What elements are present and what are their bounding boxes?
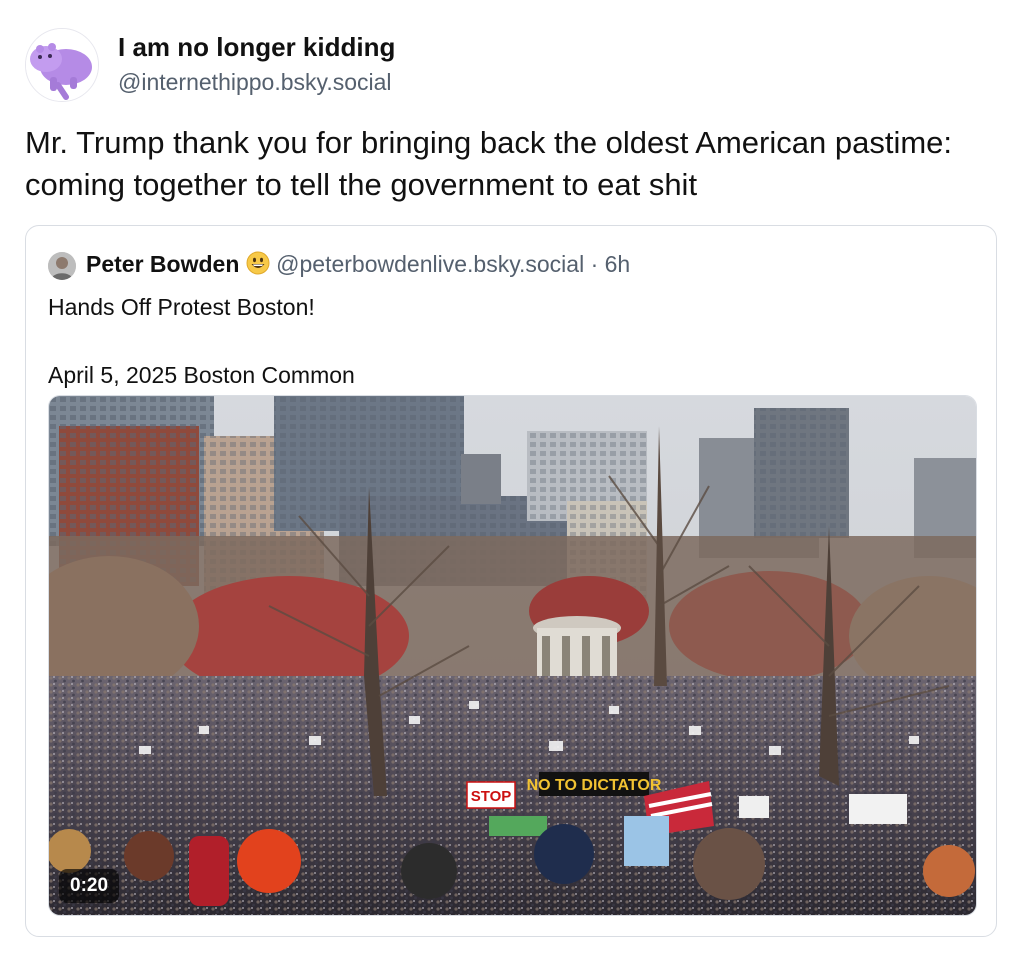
grinning-face-emoji-icon <box>246 251 270 281</box>
post-text: Mr. Trump thank you for bringing back th… <box>25 125 953 202</box>
quoted-post[interactable]: Peter Bowden @peterbowdenlive.bsky.socia… <box>25 225 997 937</box>
quoted-author-handle[interactable]: @peterbowdenlive.bsky.social <box>276 251 584 277</box>
post-timestamp[interactable]: 6h <box>605 251 631 277</box>
person-avatar-icon <box>48 252 76 280</box>
banner-sign-text: NO TO DICTATOR <box>527 777 662 794</box>
quoted-text-line-2: April 5, 2025 Boston Common <box>48 362 355 388</box>
author-display-name[interactable]: I am no longer kidding <box>118 32 395 63</box>
video-thumbnail: NO TO DICTATOR STOP <box>49 396 976 915</box>
video-player[interactable]: NO TO DICTATOR STOP 0:20 <box>48 395 977 916</box>
header-separator: · <box>584 251 605 277</box>
post-card[interactable]: I am no longer kidding @internethippo.bs… <box>0 0 1024 968</box>
quoted-post-text: Hands Off Protest Boston! April 5, 2025 … <box>48 290 355 392</box>
quoted-text-line-1: Hands Off Protest Boston! <box>48 294 315 320</box>
quoted-author-avatar[interactable] <box>48 252 76 280</box>
author-avatar[interactable] <box>25 28 99 102</box>
video-duration: 0:20 <box>59 869 120 903</box>
quoted-post-header: Peter Bowden @peterbowdenlive.bsky.socia… <box>86 251 630 281</box>
hippo-avatar-icon <box>26 29 98 101</box>
stop-sign-text: STOP <box>471 788 512 805</box>
quoted-author-name[interactable]: Peter Bowden <box>86 251 239 277</box>
author-handle[interactable]: @internethippo.bsky.social <box>118 69 392 96</box>
